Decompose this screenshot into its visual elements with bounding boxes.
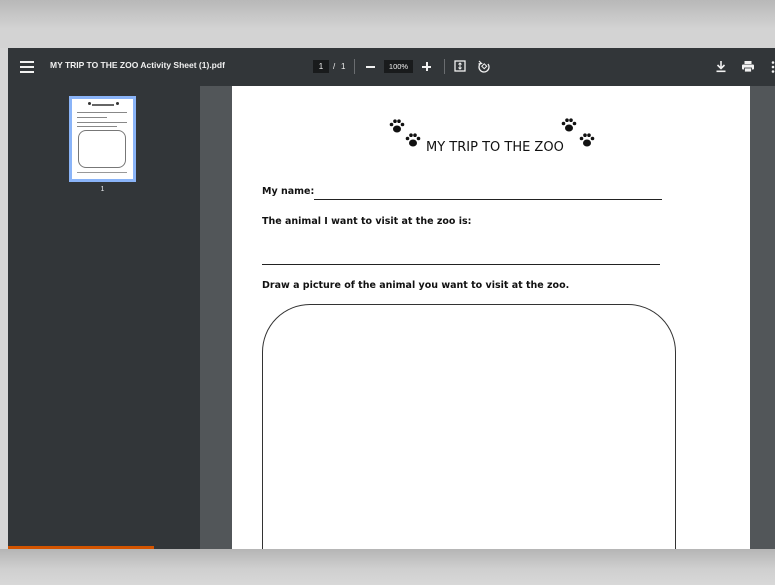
zoom-level-input[interactable]: 100%: [384, 60, 413, 73]
name-label: My name:: [262, 186, 315, 197]
pdf-viewer: MY TRIP TO THE ZOO Activity Sheet (1).pd…: [8, 48, 775, 549]
page-thumbnail[interactable]: [69, 96, 136, 182]
thumbnail-page-preview: [72, 99, 133, 179]
page-separator: /: [333, 62, 336, 71]
menu-icon[interactable]: [20, 61, 34, 73]
drawing-area: [262, 304, 676, 549]
slide-top-frame: [0, 0, 775, 48]
more-options-icon[interactable]: [770, 60, 775, 74]
current-page-input[interactable]: 1: [313, 60, 329, 73]
paw-print-icon: [405, 133, 421, 147]
fit-page-icon[interactable]: [454, 60, 466, 72]
download-icon[interactable]: [715, 60, 727, 73]
total-pages: 1: [341, 62, 346, 71]
toolbar-divider: [354, 59, 355, 74]
slide-bottom-frame: [0, 549, 775, 585]
draw-instruction-label: Draw a picture of the animal you want to…: [262, 280, 570, 291]
rotate-icon[interactable]: [477, 59, 491, 73]
paw-print-icon: [579, 133, 595, 147]
viewer-toolbar: MY TRIP TO THE ZOO Activity Sheet (1).pd…: [8, 48, 775, 86]
zoom-in-icon[interactable]: [421, 59, 433, 74]
thumbnail-sidebar: 1: [8, 86, 200, 549]
animal-answer-line: [262, 264, 660, 265]
worksheet-heading: MY TRIP TO THE ZOO: [426, 140, 564, 155]
document-title: MY TRIP TO THE ZOO Activity Sheet (1).pd…: [50, 60, 225, 70]
name-answer-line: [314, 199, 662, 200]
print-icon[interactable]: [741, 60, 755, 73]
animal-question-label: The animal I want to visit at the zoo is…: [262, 216, 472, 227]
page-title-row: MY TRIP TO THE ZOO: [384, 118, 604, 158]
toolbar-divider: [444, 59, 445, 74]
thumbnail-page-number: 1: [100, 186, 105, 193]
paw-print-icon: [561, 118, 577, 132]
zoom-out-icon[interactable]: [365, 59, 377, 74]
document-view[interactable]: MY TRIP TO THE ZOO My name: The animal I…: [200, 86, 775, 549]
pdf-page: MY TRIP TO THE ZOO My name: The animal I…: [232, 86, 750, 549]
